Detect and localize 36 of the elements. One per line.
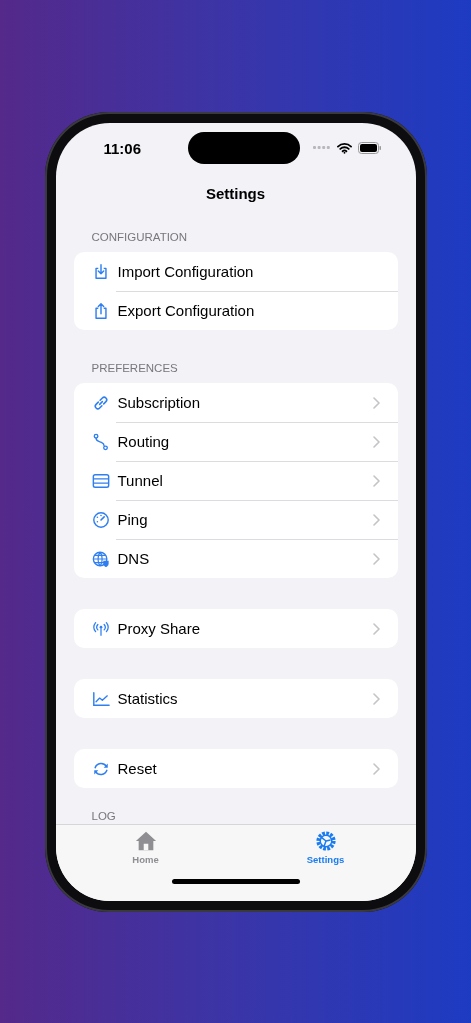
chevron-icon — [372, 692, 380, 705]
chevron-icon — [372, 513, 380, 526]
server-icon — [91, 471, 110, 490]
antenna-icon — [91, 619, 110, 638]
gauge-icon — [91, 510, 110, 529]
home-icon — [133, 830, 158, 852]
battery-icon — [357, 142, 382, 154]
settings-row[interactable]: Subscription — [73, 383, 398, 422]
link-icon — [91, 393, 110, 412]
settings-row[interactable]: Statistics — [73, 679, 398, 718]
settings-row[interactable]: Export Configuration — [73, 291, 398, 330]
line-chart-icon — [91, 689, 110, 708]
settings-icon — [313, 830, 338, 852]
section-header: CONFIGURATION — [91, 230, 189, 245]
chevron-icon — [372, 762, 380, 775]
settings-row[interactable]: Ping — [73, 500, 398, 539]
status-time: 11:06 — [103, 139, 143, 157]
settings-row[interactable]: DNS — [73, 539, 398, 578]
settings-row[interactable]: Reset — [73, 749, 398, 788]
chevron-icon — [372, 396, 380, 409]
section-header: PREFERENCES — [91, 361, 179, 376]
settings-row[interactable]: Proxy Share — [73, 609, 398, 648]
chevron-icon — [372, 435, 380, 448]
settings-row[interactable]: Tunnel — [73, 461, 398, 500]
settings-row[interactable]: Import Configuration — [73, 252, 398, 291]
route-icon — [91, 432, 110, 451]
tab[interactable]: Settings — [235, 825, 416, 866]
nav-title: Settings — [205, 184, 266, 202]
chevron-icon — [372, 552, 380, 565]
wifi-icon — [336, 142, 352, 154]
section-header: LOG — [91, 809, 117, 824]
globe-icon — [91, 549, 110, 568]
settings-row[interactable]: Routing — [73, 422, 398, 461]
signal-icon — [312, 146, 331, 150]
chevron-icon — [372, 474, 380, 487]
chevron-icon — [372, 622, 380, 635]
